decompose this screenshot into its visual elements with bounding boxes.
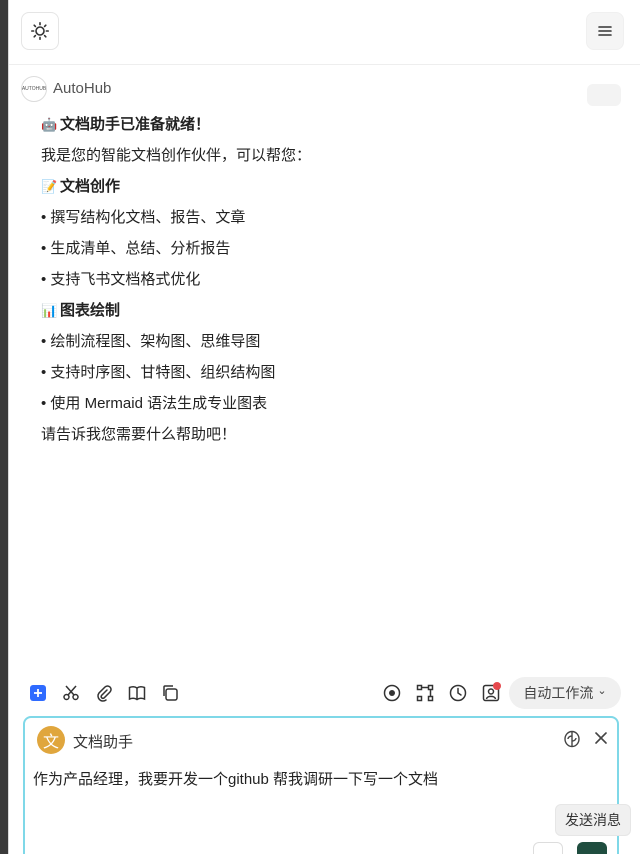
message-line: • 生成清单、总结、分析报告 <box>41 239 230 259</box>
message-line-text: • 生成清单、总结、分析报告 <box>41 240 231 257</box>
chat-panel: AUTOHUB AutoHub 🤖 文档助手已准备就绪！ 我是您的智能文档创作伙伴，… <box>8 0 640 854</box>
copy-icon[interactable] <box>159 682 181 704</box>
agent-avatar: 文 <box>37 726 65 754</box>
message-composer[interactable]: 文 文档助手 作为产品经理，我要开发一个github 帮我调研一下写一个文档 发… <box>23 716 631 854</box>
message-line-text: • 支持飞书文档格式优化 <box>41 271 201 288</box>
message-line-text: 我是您的智能文档创作伙伴，可以帮您： <box>41 147 312 164</box>
message-line-text: • 绘制流程图、架构图、思维导图 <box>41 333 261 350</box>
message-sender: AutoHub <box>53 80 112 97</box>
message-line-text: • 支持时序图、甘特图、组织结构图 <box>41 364 276 381</box>
hamburger-menu-icon <box>598 26 612 36</box>
top-bar <box>9 0 640 65</box>
clock-icon[interactable] <box>447 682 469 704</box>
theme-toggle-button[interactable] <box>21 12 59 50</box>
brain-icon[interactable] <box>563 730 581 753</box>
message-line: • 绘制流程图、架构图、思维导图 <box>41 332 260 352</box>
book-icon[interactable] <box>126 682 148 704</box>
message-line: • 撰写结构化文档、报告、文章 <box>41 208 245 228</box>
message-line: 请告诉我您需要什么帮助吧！ <box>41 425 236 445</box>
autohub-avatar: AUTOHUB <box>21 76 47 102</box>
sun-icon <box>31 22 49 40</box>
close-icon[interactable] <box>593 730 609 751</box>
workflow-nodes-icon[interactable] <box>414 682 436 704</box>
message-line: 📊 图表绘制 <box>41 301 120 321</box>
message-action-button[interactable] <box>587 84 621 106</box>
scissors-icon[interactable] <box>60 682 82 704</box>
message-line: 🤖 文档助手已准备就绪！ <box>41 115 210 135</box>
emoji-icon: 🤖 <box>41 117 58 132</box>
auto-workflow-label: 自动工作流 <box>523 685 594 701</box>
message-line-text: 图表绘制 <box>60 302 121 319</box>
record-icon[interactable] <box>381 682 403 704</box>
message-line: • 使用 Mermaid 语法生成专业图表 <box>41 394 267 414</box>
notification-dot <box>493 682 501 690</box>
autohub-logo-text: AUTOHUB <box>21 86 47 92</box>
message-line: • 支持飞书文档格式优化 <box>41 270 200 290</box>
auto-workflow-dropdown[interactable]: 自动工作流 ⌄ <box>509 677 621 709</box>
message-line: 📝 文档创作 <box>41 177 120 197</box>
menu-button[interactable] <box>586 12 624 50</box>
message-line: • 支持时序图、甘特图、组织结构图 <box>41 363 275 383</box>
send-button[interactable] <box>577 842 607 854</box>
message-input[interactable]: 作为产品经理，我要开发一个github 帮我调研一下写一个文档 <box>33 768 438 789</box>
message-line-text: • 使用 Mermaid 语法生成专业图表 <box>41 395 268 412</box>
add-note-icon[interactable] <box>27 682 49 704</box>
attach-button[interactable] <box>533 842 563 854</box>
emoji-icon: 📊 <box>41 303 58 318</box>
agent-name: 文档助手 <box>73 734 134 751</box>
chevron-down-icon: ⌄ <box>597 684 607 697</box>
message-line: 我是您的智能文档创作伙伴，可以帮您： <box>41 146 311 166</box>
message-line-text: 请告诉我您需要什么帮助吧！ <box>41 426 237 443</box>
paperclip-icon[interactable] <box>93 682 115 704</box>
message-line-text: • 撰写结构化文档、报告、文章 <box>41 209 246 226</box>
emoji-icon: 📝 <box>41 179 58 194</box>
send-message-tooltip: 发送消息 <box>555 804 631 836</box>
message-line-text: 文档创作 <box>60 178 121 195</box>
message-line-text: 文档助手已准备就绪！ <box>60 116 211 133</box>
